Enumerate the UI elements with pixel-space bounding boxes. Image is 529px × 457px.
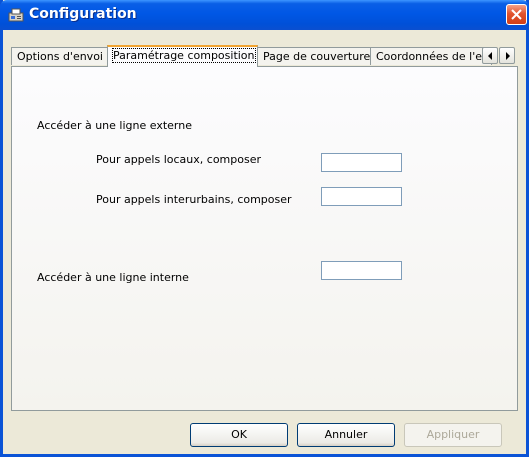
internal-line-label: Accéder à une ligne interne xyxy=(37,271,189,284)
tab-label: Coordonnées de l'expé xyxy=(376,50,492,63)
local-calls-input[interactable] xyxy=(321,153,402,172)
window-title: Configuration xyxy=(29,6,137,22)
tab-page-couverture[interactable]: Page de couverture xyxy=(257,47,371,65)
tab-coordonnees-expediteur[interactable]: Coordonnées de l'expé xyxy=(370,47,492,65)
long-distance-input[interactable] xyxy=(321,187,402,206)
cancel-button[interactable]: Annuler xyxy=(297,423,395,447)
tab-label: Page de couverture xyxy=(263,50,371,63)
configuration-dialog: Configuration Options d'envoi Paramétrag… xyxy=(0,0,529,457)
tab-options-envoi[interactable]: Options d'envoi xyxy=(11,47,108,65)
tab-label: Options d'envoi xyxy=(17,50,103,63)
tab-label: Paramétrage composition xyxy=(112,48,256,63)
dialing-settings-panel: Accéder à une ligne externe Pour appels … xyxy=(11,66,518,411)
external-line-heading: Accéder à une ligne externe xyxy=(37,119,192,132)
internal-line-input[interactable] xyxy=(321,261,402,280)
tab-scroll xyxy=(482,47,516,65)
arrow-right-icon xyxy=(506,52,510,60)
ok-button[interactable]: OK xyxy=(190,423,288,447)
fax-icon xyxy=(8,7,24,23)
arrow-left-icon xyxy=(488,52,492,60)
apply-button[interactable]: Appliquer xyxy=(404,423,502,447)
local-calls-label: Pour appels locaux, composer xyxy=(96,153,261,166)
long-distance-label: Pour appels interurbains, composer xyxy=(96,193,292,206)
close-button[interactable] xyxy=(506,4,527,25)
tab-scroll-left-button[interactable] xyxy=(482,47,498,64)
close-icon xyxy=(511,9,522,20)
title-bar[interactable]: Configuration xyxy=(0,0,529,30)
tab-parametrage-composition[interactable]: Paramétrage composition xyxy=(107,45,258,67)
tab-scroll-right-button[interactable] xyxy=(499,47,515,64)
